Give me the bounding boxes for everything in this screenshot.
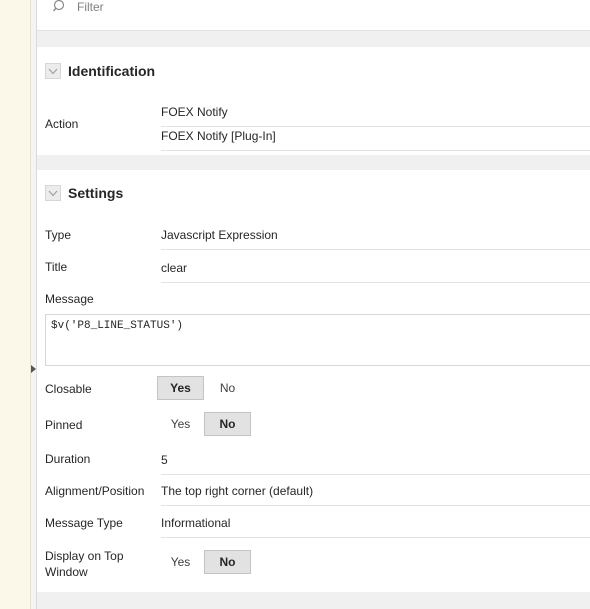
closable-no-option[interactable]: No: [204, 376, 251, 400]
closable-label: Closable: [45, 382, 92, 396]
chevron-down-icon: [48, 68, 58, 74]
message-type-select[interactable]: Informational: [161, 516, 590, 538]
message-textarea[interactable]: $v('P8_LINE_STATUS'): [45, 314, 590, 366]
title-label: Title: [45, 260, 68, 274]
pinned-label: Pinned: [45, 418, 83, 432]
message-type-label: Message Type: [45, 516, 123, 530]
section-title: Identification: [68, 63, 156, 79]
identification-header[interactable]: Identification: [45, 62, 155, 80]
duration-label: Duration: [45, 452, 91, 466]
settings-collapse-checkbox[interactable]: [45, 185, 61, 201]
display-on-top-yes-option[interactable]: Yes: [157, 550, 204, 574]
message-label: Message: [45, 292, 94, 306]
action-type-value: FOEX Notify [Plug-In]: [161, 129, 590, 151]
display-on-top-toggle: Yes No: [157, 550, 251, 574]
alignment-label: Alignment/Position: [45, 484, 145, 498]
duration-field[interactable]: 5: [161, 453, 590, 475]
section-title: Settings: [68, 185, 124, 201]
action-label: Action: [45, 117, 79, 131]
settings-header[interactable]: Settings: [45, 184, 123, 202]
alignment-select[interactable]: The top right corner (default): [161, 484, 590, 506]
chevron-down-icon: [48, 190, 58, 196]
identification-section: Identification Action FOEX Notify FOEX N…: [37, 47, 590, 155]
type-label: Type: [45, 228, 72, 242]
settings-section: Settings Type Javascript Expression Titl…: [37, 170, 590, 592]
left-gutter: [0, 0, 31, 609]
type-select[interactable]: Javascript Expression: [161, 228, 590, 250]
pinned-yes-option[interactable]: Yes: [157, 412, 204, 436]
identification-collapse-checkbox[interactable]: [45, 63, 61, 79]
title-field[interactable]: clear: [161, 261, 590, 283]
collapse-arrow-icon[interactable]: [31, 365, 36, 373]
search-icon: [53, 0, 65, 12]
closable-toggle: Yes No: [157, 376, 251, 400]
closable-yes-option[interactable]: Yes: [157, 376, 204, 400]
display-on-top-no-option[interactable]: No: [204, 550, 251, 574]
pinned-no-option[interactable]: No: [204, 412, 251, 436]
property-editor-panel: Identification Action FOEX Notify FOEX N…: [37, 0, 590, 609]
filter-input[interactable]: [77, 0, 377, 14]
filter-bar: [37, 0, 590, 31]
action-value: FOEX Notify: [161, 105, 590, 127]
pinned-toggle: Yes No: [157, 412, 251, 436]
display-on-top-label: Display on Top Window: [45, 549, 124, 579]
